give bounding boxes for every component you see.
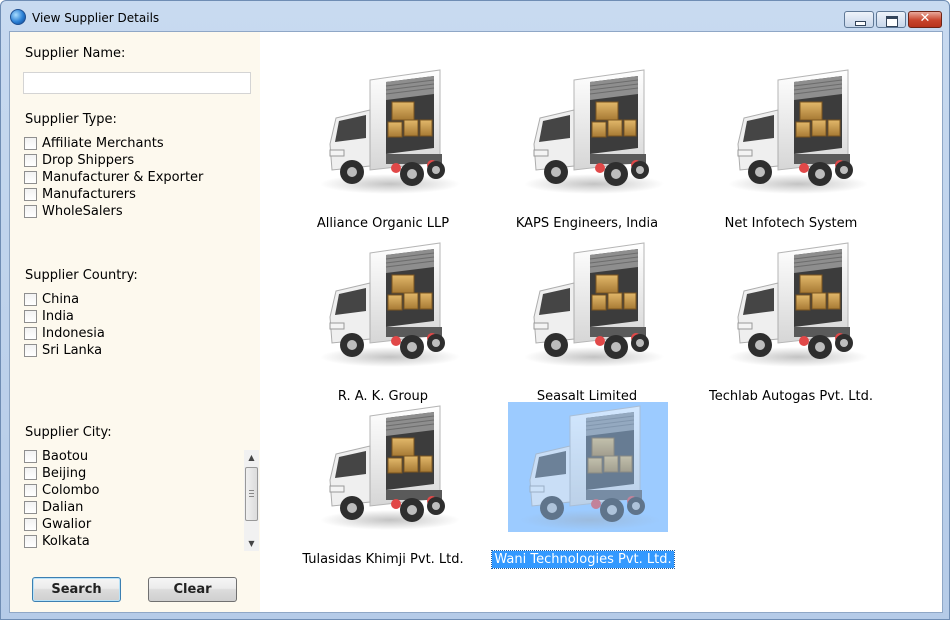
checkbox[interactable] [24, 205, 37, 218]
delivery-truck-icon [716, 239, 876, 369]
checkbox-label: WholeSalers [42, 204, 123, 219]
clear-button[interactable]: Clear [148, 577, 237, 602]
checkbox-label: Colombo [42, 483, 100, 498]
supplier-name[interactable]: KAPS Engineers, India [484, 216, 690, 231]
checkbox[interactable] [24, 137, 37, 150]
supplier-tile-rak-group[interactable]: R. A. K. Group [300, 239, 468, 404]
city-checkbox-colombo[interactable]: Colombo [24, 482, 99, 499]
supplier-thumbnail[interactable] [512, 239, 672, 369]
supplier-name[interactable]: Wani Technologies Pvt. Ltd. [480, 550, 686, 569]
checkbox-label: Dalian [42, 500, 84, 515]
client-area: Supplier Name: Supplier Type: Affiliate … [9, 31, 943, 613]
delivery-truck-icon [308, 402, 468, 532]
checkbox[interactable] [24, 293, 37, 306]
delivery-truck-icon [508, 402, 668, 532]
minimize-button[interactable] [844, 11, 874, 28]
delivery-truck-icon [308, 239, 468, 369]
checkbox-label: Manufacturers [42, 187, 136, 202]
type-checkbox-affiliate-merchants[interactable]: Affiliate Merchants [24, 135, 164, 152]
checkbox-label: China [42, 292, 80, 307]
supplier-thumbnail[interactable] [716, 239, 876, 369]
checkbox[interactable] [24, 450, 37, 463]
supplier-name-label: Supplier Name: [25, 46, 126, 61]
country-checkbox-india[interactable]: India [24, 308, 74, 325]
supplier-name[interactable]: Alliance Organic LLP [280, 216, 486, 231]
supplier-tile-wani-technologies[interactable]: Wani Technologies Pvt. Ltd. [491, 402, 675, 569]
scroll-up-arrow-icon[interactable]: ▲ [244, 450, 259, 465]
checkbox[interactable] [24, 535, 37, 548]
checkbox[interactable] [24, 467, 37, 480]
checkbox[interactable] [24, 518, 37, 531]
checkbox[interactable] [24, 188, 37, 201]
supplier-thumbnail[interactable] [308, 239, 468, 369]
search-button[interactable]: Search [32, 577, 121, 602]
checkbox[interactable] [24, 310, 37, 323]
title-bar[interactable]: View Supplier Details ✕ [1, 1, 949, 31]
delivery-truck-icon [512, 239, 672, 369]
supplier-name[interactable]: Techlab Autogas Pvt. Ltd. [688, 389, 894, 404]
maximize-button[interactable] [876, 11, 906, 28]
supplier-thumbnail[interactable] [716, 66, 876, 196]
checkbox-label: Drop Shippers [42, 153, 135, 168]
country-checkbox-china[interactable]: China [24, 291, 79, 308]
close-icon: ✕ [919, 11, 931, 26]
supplier-thumbnail[interactable] [308, 402, 468, 532]
scroll-thumb[interactable] [245, 467, 258, 521]
grip-line [249, 493, 254, 494]
checkbox-label: Manufacturer & Exporter [42, 170, 204, 185]
supplier-thumbnail[interactable] [512, 66, 672, 196]
scroll-down-arrow-icon[interactable]: ▼ [244, 536, 259, 551]
checkbox-label: Gwalior [42, 517, 92, 532]
checkbox-label: Sri Lanka [42, 343, 103, 358]
supplier-name-input[interactable] [23, 72, 251, 94]
checkbox-label: Baotou [42, 449, 89, 464]
supplier-name[interactable]: Tulasidas Khimji Pvt. Ltd. [280, 552, 486, 567]
checkbox-label: India [42, 309, 74, 324]
grip-line [249, 496, 254, 497]
window-title: View Supplier Details [32, 11, 160, 25]
checkbox[interactable] [24, 501, 37, 514]
supplier-type-label: Supplier Type: [25, 112, 117, 127]
supplier-tile-alliance-organic[interactable]: Alliance Organic LLP [300, 66, 468, 231]
close-button[interactable]: ✕ [908, 11, 942, 28]
supplier-thumbnail[interactable] [308, 66, 468, 196]
checkbox[interactable] [24, 154, 37, 167]
type-checkbox-manufacturer-exporter[interactable]: Manufacturer & Exporter [24, 169, 203, 186]
country-checkbox-sri-lanka[interactable]: Sri Lanka [24, 342, 102, 359]
city-checkbox-baotou[interactable]: Baotou [24, 448, 88, 465]
city-checkbox-gwalior[interactable]: Gwalior [24, 516, 91, 533]
checkbox[interactable] [24, 327, 37, 340]
filter-panel: Supplier Name: Supplier Type: Affiliate … [10, 32, 260, 612]
supplier-tile-net-infotech[interactable]: Net Infotech System [708, 66, 876, 231]
supplier-thumbnail[interactable] [508, 402, 668, 532]
type-checkbox-wholesalers[interactable]: WholeSalers [24, 203, 123, 220]
delivery-truck-icon [512, 66, 672, 196]
checkbox-label: Beijing [42, 466, 87, 481]
city-checkbox-dalian[interactable]: Dalian [24, 499, 83, 516]
supplier-tile-tulasidas-khimji[interactable]: Tulasidas Khimji Pvt. Ltd. [300, 402, 468, 567]
checkbox-label: Affiliate Merchants [42, 136, 164, 151]
delivery-truck-icon [308, 66, 468, 196]
country-checkbox-indonesia[interactable]: Indonesia [24, 325, 105, 342]
city-checkbox-kolkata[interactable]: Kolkata [24, 533, 90, 550]
type-checkbox-manufacturers[interactable]: Manufacturers [24, 186, 136, 203]
supplier-window: View Supplier Details ✕ Supplier Name: S… [0, 0, 950, 620]
city-list-scrollbar[interactable]: ▲ ▼ [244, 450, 259, 551]
supplier-tile-kaps-engineers[interactable]: KAPS Engineers, India [504, 66, 672, 231]
supplier-city-label: Supplier City: [25, 425, 112, 440]
checkbox[interactable] [24, 344, 37, 357]
city-checkbox-beijing[interactable]: Beijing [24, 465, 86, 482]
checkbox[interactable] [24, 171, 37, 184]
supplier-country-label: Supplier Country: [25, 268, 138, 283]
supplier-tile-seasalt[interactable]: Seasalt Limited [504, 239, 672, 404]
delivery-truck-icon [716, 66, 876, 196]
supplier-tile-techlab-autogas[interactable]: Techlab Autogas Pvt. Ltd. [708, 239, 876, 404]
checkbox-label: Kolkata [42, 534, 90, 549]
supplier-name[interactable]: Net Infotech System [688, 216, 894, 231]
checkbox[interactable] [24, 484, 37, 497]
checkbox-label: Indonesia [42, 326, 105, 341]
globe-icon [10, 9, 26, 25]
type-checkbox-drop-shippers[interactable]: Drop Shippers [24, 152, 134, 169]
grip-line [249, 490, 254, 491]
